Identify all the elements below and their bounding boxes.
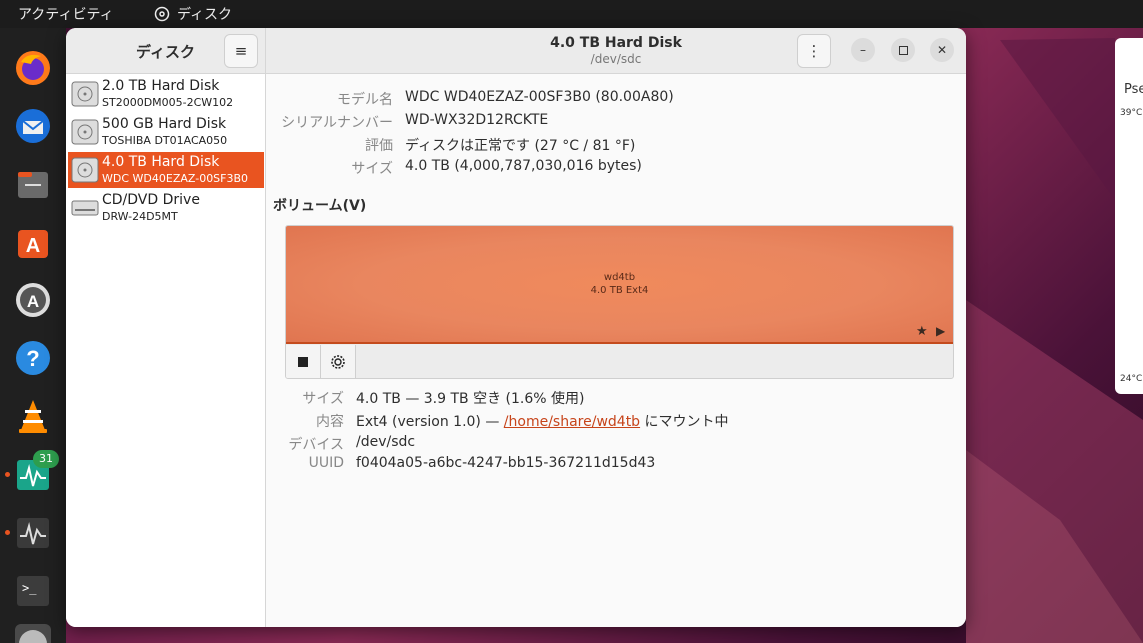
thunderbird-icon[interactable]	[13, 106, 53, 146]
drive-model: ST2000DM005-2CW102	[102, 96, 234, 109]
device-value: /dev/sdc	[356, 434, 416, 450]
kebab-menu-icon: ⋮	[806, 42, 822, 60]
help-icon[interactable]: ?	[13, 338, 53, 378]
close-button[interactable]: ✕	[930, 38, 954, 62]
terminal-icon[interactable]: >_	[13, 570, 53, 610]
minimize-icon: –	[860, 43, 866, 57]
play-icon: ▶	[936, 324, 946, 338]
hard-disk-icon	[71, 119, 99, 145]
contents-prefix: Ext4 (version 1.0) —	[356, 414, 504, 430]
volume-size-value: 4.0 TB — 3.9 TB 空き (1.6% 使用)	[356, 391, 585, 407]
assessment-value: ディスクは正常です (27 °C / 81 °F)	[405, 138, 636, 154]
drive-model: WDC WD40EZAZ-00SF3B0	[102, 172, 249, 185]
software-updater-icon[interactable]: A	[13, 280, 53, 320]
size-value: 4.0 TB (4,000,787,030,016 bytes)	[405, 158, 642, 174]
running-indicator	[5, 472, 10, 477]
drive-name: 2.0 TB Hard Disk	[102, 78, 220, 94]
contents-suffix: にマウント中	[640, 414, 729, 430]
serial-label: シリアルナンバー	[281, 115, 393, 131]
partition-size: 4.0 TB Ext4	[590, 285, 649, 296]
volume-graph: wd4tb 4.0 TB Ext4 ★ ▶	[285, 225, 954, 379]
size-label: サイズ	[351, 161, 393, 177]
drive-item-2tb[interactable]: 2.0 TB Hard Disk ST2000DM005-2CW102	[68, 76, 264, 112]
top-bar: アクティビティ ディスク	[0, 0, 1143, 28]
contents-label: 内容	[316, 414, 344, 430]
device-label: デバイス	[288, 437, 344, 453]
model-label: モデル名	[337, 92, 393, 108]
maximize-icon	[898, 45, 908, 55]
disks-window: ディスク ≡ 4.0 TB Hard Disk /dev/sdc ⋮ – ✕ 2…	[66, 28, 966, 627]
maximize-button[interactable]	[891, 38, 915, 62]
main-menu-button[interactable]: ≡	[224, 34, 258, 68]
files-icon[interactable]	[13, 164, 53, 204]
firefox-icon[interactable]	[13, 48, 53, 88]
vlc-icon[interactable]	[13, 396, 53, 436]
svg-text:>_: >_	[22, 581, 37, 595]
background-window[interactable]: Pse 39°C 24°C	[1115, 38, 1143, 394]
assessment-label: 評価	[365, 138, 393, 154]
partition-block[interactable]: wd4tb 4.0 TB Ext4 ★ ▶	[286, 226, 953, 344]
app-menu-label: ディスク	[177, 7, 233, 23]
drive-list: 2.0 TB Hard Disk ST2000DM005-2CW102 500 …	[66, 74, 266, 627]
star-icon: ★	[916, 324, 928, 339]
running-indicator	[5, 530, 10, 535]
volumes-title: ボリューム(V)	[273, 198, 367, 214]
drive-name: 500 GB Hard Disk	[102, 116, 227, 132]
close-icon: ✕	[936, 43, 948, 57]
svg-text:A: A	[26, 235, 40, 257]
optical-drive-icon	[71, 200, 99, 216]
drive-model: TOSHIBA DT01ACA050	[102, 134, 228, 147]
svg-text:?: ?	[26, 346, 39, 371]
drive-name: 4.0 TB Hard Disk	[102, 154, 220, 170]
background-window-label: Pse	[1124, 82, 1143, 97]
partition-name: wd4tb	[603, 272, 636, 283]
serial-value: WD-WX32D12RCKTE	[405, 112, 549, 128]
unmount-button[interactable]	[286, 345, 321, 378]
stop-icon	[298, 356, 308, 367]
uuid-label: UUID	[308, 455, 344, 471]
mount-point-link[interactable]: /home/share/wd4tb	[504, 414, 640, 430]
notification-badge: 31	[33, 450, 59, 468]
activities-button[interactable]: アクティビティ	[0, 4, 140, 24]
drive-model: DRW-24D5MT	[102, 210, 178, 223]
sidebar-title: ディスク	[136, 43, 195, 61]
contents-value: Ext4 (version 1.0) — /home/share/wd4tb に…	[356, 411, 729, 431]
app-menu[interactable]: ディスク	[140, 4, 232, 24]
software-center-icon[interactable]: A	[13, 222, 53, 262]
sidebar-header: ディスク ≡	[66, 28, 266, 74]
hamburger-icon: ≡	[234, 42, 248, 60]
activity-monitor-icon[interactable]	[13, 512, 53, 552]
gear-icon	[331, 354, 345, 369]
svg-text:A: A	[27, 292, 39, 311]
uuid-value: f0404a05-a6bc-4247-bb15-367211d15d43	[356, 455, 656, 471]
temp-high-label: 39°C	[1120, 108, 1143, 118]
dock: A A ? 31 >_	[0, 28, 66, 643]
minimize-button[interactable]: –	[851, 38, 875, 62]
model-value: WDC WD40EZAZ-00SF3B0 (80.00A80)	[405, 89, 674, 105]
disk-app-icon	[154, 6, 170, 22]
drive-item-500gb[interactable]: 500 GB Hard Disk TOSHIBA DT01ACA050	[68, 114, 264, 150]
drive-name: CD/DVD Drive	[102, 192, 200, 208]
hard-disk-icon	[71, 81, 99, 107]
temp-low-label: 24°C	[1120, 374, 1143, 384]
hard-disk-icon	[71, 157, 99, 183]
volume-size-label: サイズ	[302, 391, 344, 407]
header-bar: 4.0 TB Hard Disk /dev/sdc ⋮ – ✕	[266, 28, 966, 74]
drive-options-button[interactable]: ⋮	[797, 34, 831, 68]
drive-item-4tb[interactable]: 4.0 TB Hard Disk WDC WD40EZAZ-00SF3B0	[68, 152, 264, 188]
disks-dock-icon[interactable]	[13, 624, 53, 643]
partition-options-button[interactable]	[321, 345, 356, 378]
drive-details: モデル名 WDC WD40EZAZ-00SF3B0 (80.00A80) シリア…	[266, 74, 966, 627]
drive-item-cd-dvd[interactable]: CD/DVD Drive DRW-24D5MT	[68, 190, 264, 226]
